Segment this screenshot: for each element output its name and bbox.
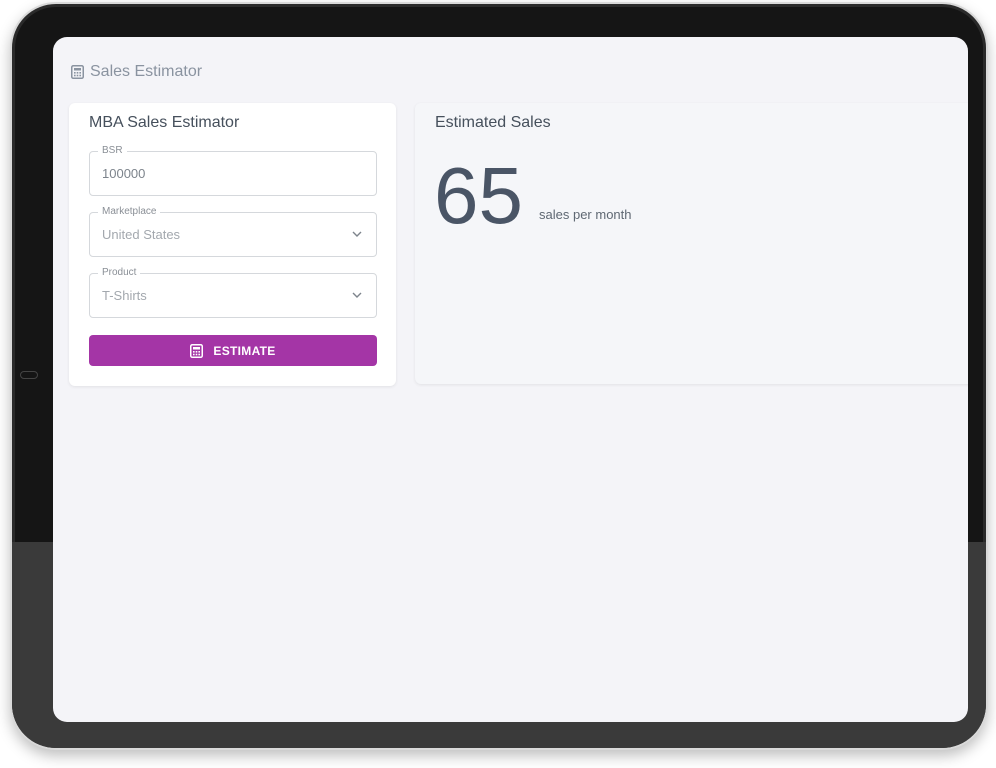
- calculator-icon: [190, 343, 204, 358]
- estimate-button[interactable]: ESTIMATE: [89, 335, 377, 366]
- product-label: Product: [98, 267, 141, 278]
- marketplace-value: United States: [102, 227, 181, 242]
- bsr-label: BSR: [98, 145, 127, 156]
- chevron-down-icon: [352, 231, 362, 237]
- bsr-field[interactable]: BSR 100000: [89, 145, 377, 196]
- tablet-side-button: [20, 371, 38, 379]
- chevron-down-icon: [352, 292, 362, 298]
- estimated-sales-card: Estimated Sales 65 sales per month: [415, 103, 968, 384]
- form-title: MBA Sales Estimator: [89, 114, 240, 131]
- product-select[interactable]: Product T-Shirts: [89, 267, 377, 318]
- app-title: Sales Estimator: [90, 63, 203, 80]
- app-header: Sales Estimator: [71, 63, 202, 81]
- estimated-sales-value: 65: [434, 151, 523, 240]
- estimated-sales-unit: sales per month: [539, 207, 632, 222]
- marketplace-select[interactable]: Marketplace United States: [89, 206, 377, 257]
- product-value: T-Shirts: [102, 288, 147, 303]
- estimate-button-label: ESTIMATE: [213, 343, 276, 358]
- tablet-frame: Sales Estimator MBA Sales Estimator BSR …: [10, 2, 988, 750]
- estimator-form-card: MBA Sales Estimator BSR 100000 Marketpla…: [69, 103, 396, 386]
- bsr-value: 100000: [102, 166, 146, 181]
- app-screen: Sales Estimator MBA Sales Estimator BSR …: [53, 37, 968, 722]
- marketplace-label: Marketplace: [98, 206, 161, 217]
- result-title: Estimated Sales: [435, 114, 551, 131]
- calculator-icon: [71, 65, 84, 79]
